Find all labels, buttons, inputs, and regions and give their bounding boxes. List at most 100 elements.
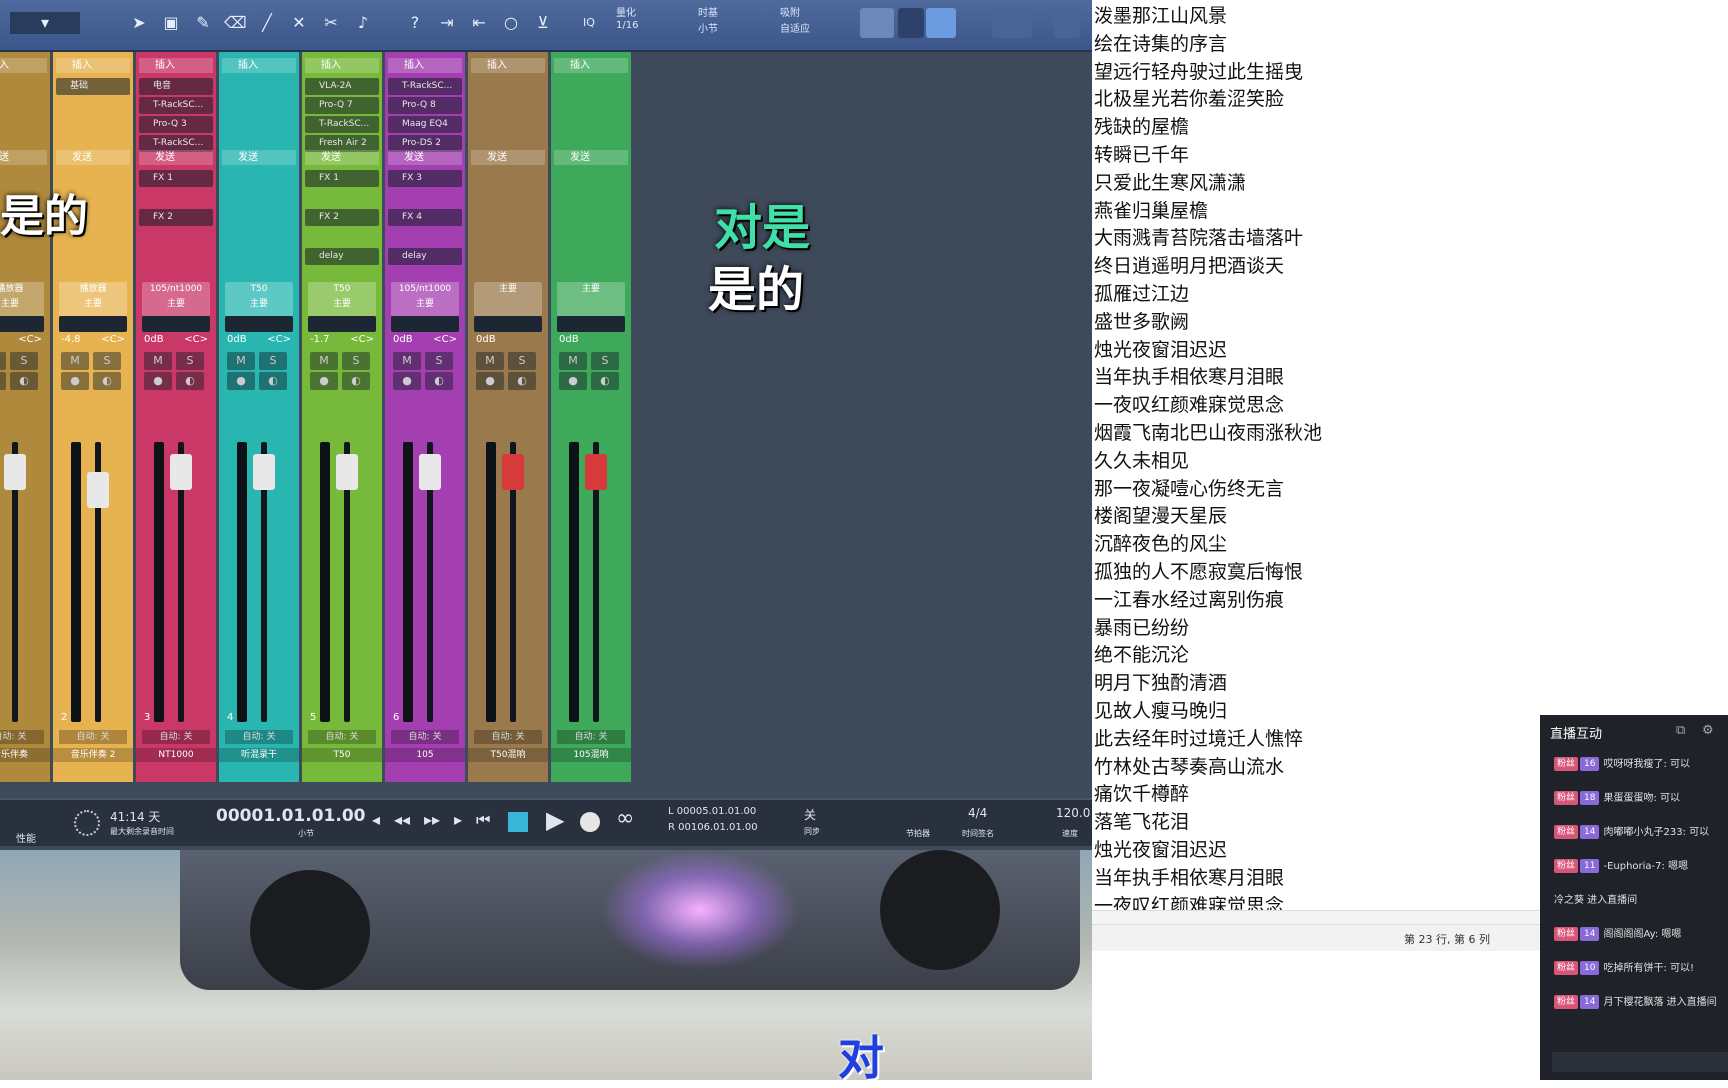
position-display[interactable]: 00001.01.01.00 bbox=[216, 806, 366, 826]
help-icon[interactable]: ? bbox=[404, 12, 426, 34]
insert-header[interactable]: 插入 bbox=[139, 58, 213, 73]
send-slot[interactable]: FX 2 bbox=[305, 209, 379, 226]
menu-button[interactable]: ▾ bbox=[10, 12, 80, 34]
channel-name[interactable]: 105 bbox=[385, 748, 465, 762]
pan-value[interactable]: <C> bbox=[267, 334, 291, 345]
record-arm-button[interactable]: ● bbox=[559, 372, 587, 390]
insert-header[interactable]: 插入 bbox=[222, 58, 296, 73]
send-slot[interactable]: FX 4 bbox=[388, 209, 462, 226]
send-slot[interactable]: delay bbox=[305, 248, 379, 265]
insert-slot[interactable]: 基础 bbox=[56, 78, 130, 95]
snap-select[interactable]: 吸附 自适应 bbox=[780, 4, 810, 35]
send-header[interactable]: 发送 bbox=[471, 150, 545, 165]
insert-header[interactable]: 插入 bbox=[471, 58, 545, 73]
io-selector[interactable]: 主要 bbox=[474, 282, 542, 316]
channel-name[interactable]: 音乐伴奏 2 bbox=[53, 748, 133, 762]
send-slot[interactable]: FX 1 bbox=[305, 170, 379, 187]
monitor-button[interactable]: ◐ bbox=[93, 372, 121, 390]
loop-button[interactable]: ∞ bbox=[616, 806, 634, 831]
volume-fader-cap[interactable] bbox=[419, 454, 441, 490]
layout-button[interactable] bbox=[992, 8, 1032, 38]
send-header[interactable]: 发送 bbox=[388, 150, 462, 165]
popout-icon[interactable]: ⧉ bbox=[1676, 723, 1685, 738]
solo-button[interactable]: S bbox=[10, 352, 38, 370]
eraser-tool-icon[interactable]: ⌫ bbox=[224, 12, 247, 34]
nudge-back-icon[interactable]: ⇤ bbox=[468, 12, 490, 34]
paint-tool-icon[interactable]: ╱ bbox=[256, 12, 278, 34]
volume-db[interactable]: 0dB bbox=[393, 334, 413, 345]
time-signature[interactable]: 4/4 bbox=[968, 806, 987, 820]
insert-slot[interactable]: T-RackSC... bbox=[388, 78, 462, 95]
record-arm-button[interactable]: ● bbox=[476, 372, 504, 390]
quantize-select[interactable]: 量化 1/16 bbox=[616, 4, 638, 31]
record-arm-button[interactable]: ● bbox=[227, 372, 255, 390]
rewind-start-icon[interactable]: ◂ bbox=[372, 810, 380, 829]
tempo-value[interactable]: 120.0 bbox=[1056, 806, 1090, 820]
solo-button[interactable]: S bbox=[508, 352, 536, 370]
insert-slot[interactable]: T-RackSC... bbox=[305, 116, 379, 133]
go-to-start-icon[interactable]: ⏮ bbox=[476, 810, 490, 830]
send-header[interactable]: 发送 bbox=[554, 150, 628, 165]
io-selector[interactable]: T50 主要 bbox=[308, 282, 376, 316]
io-selector[interactable]: 播放器 主要 bbox=[59, 282, 127, 316]
settings-icon[interactable]: ⚙ bbox=[1702, 723, 1714, 738]
pan-bar[interactable] bbox=[391, 316, 459, 332]
solo-button[interactable]: S bbox=[425, 352, 453, 370]
insert-header[interactable]: 插入 bbox=[554, 58, 628, 73]
monitor-button[interactable]: ◐ bbox=[425, 372, 453, 390]
insert-slot[interactable]: Pro-Q 8 bbox=[388, 97, 462, 114]
mute-button[interactable]: M bbox=[559, 352, 587, 370]
monitor-button[interactable]: ◐ bbox=[10, 372, 38, 390]
monitor-button[interactable]: ◐ bbox=[259, 372, 287, 390]
pencil-tool-icon[interactable]: ✎ bbox=[192, 12, 214, 34]
pan-bar[interactable] bbox=[225, 316, 293, 332]
split-tool-icon[interactable]: ✂ bbox=[320, 12, 342, 34]
mute-button[interactable]: M bbox=[393, 352, 421, 370]
horizontal-scrollbar[interactable] bbox=[1092, 910, 1542, 925]
send-header[interactable]: 发送 bbox=[222, 150, 296, 165]
io-selector[interactable]: T50 主要 bbox=[225, 282, 293, 316]
volume-fader-cap[interactable] bbox=[87, 472, 109, 508]
listen-tool-icon[interactable]: ♪ bbox=[352, 12, 374, 34]
insert-header[interactable]: 插入 bbox=[305, 58, 379, 73]
channel-name[interactable]: NT1000 bbox=[136, 748, 216, 762]
record-button[interactable] bbox=[580, 812, 600, 832]
send-header[interactable]: 发送 bbox=[0, 150, 47, 165]
pan-value[interactable]: <C> bbox=[433, 334, 457, 345]
volume-fader-cap[interactable] bbox=[253, 454, 275, 490]
pan-bar[interactable] bbox=[557, 316, 625, 332]
pan-bar[interactable] bbox=[474, 316, 542, 332]
solo-button[interactable]: S bbox=[591, 352, 619, 370]
automation-mode[interactable]: 自动: 关 bbox=[474, 730, 542, 744]
monitor-button[interactable]: ◐ bbox=[508, 372, 536, 390]
volume-db[interactable]: 0dB bbox=[144, 334, 164, 345]
automation-mode[interactable]: 自动: 关 bbox=[59, 730, 127, 744]
insert-slot[interactable]: Pro-Q 3 bbox=[139, 116, 213, 133]
send-header[interactable]: 发送 bbox=[305, 150, 379, 165]
volume-db[interactable]: -1.7 bbox=[310, 334, 330, 345]
record-arm-button[interactable]: ● bbox=[144, 372, 172, 390]
pan-value[interactable]: <C> bbox=[350, 334, 374, 345]
pan-value[interactable]: <C> bbox=[101, 334, 125, 345]
insert-slot[interactable]: VLA-2A bbox=[305, 78, 379, 95]
iq-button[interactable]: IQ bbox=[578, 12, 600, 34]
volume-fader-cap[interactable] bbox=[170, 454, 192, 490]
zoom-icon[interactable]: ○ bbox=[500, 12, 522, 34]
send-slot[interactable]: FX 2 bbox=[139, 209, 213, 226]
automation-mode[interactable]: 自动: 关 bbox=[225, 730, 293, 744]
insert-slot[interactable]: Maag EQ4 bbox=[388, 116, 462, 133]
insert-slot[interactable]: 电音 bbox=[139, 78, 213, 95]
nudge-icon[interactable]: ⇥ bbox=[436, 12, 458, 34]
channel-name[interactable]: T50 bbox=[302, 748, 382, 762]
loop-right-position[interactable]: R 00106.01.01.00 bbox=[668, 822, 758, 833]
mute-button[interactable]: M bbox=[0, 352, 6, 370]
send-header[interactable]: 发送 bbox=[139, 150, 213, 165]
solo-button[interactable]: S bbox=[259, 352, 287, 370]
volume-db[interactable]: -4.8 bbox=[61, 334, 81, 345]
mute-button[interactable]: M bbox=[476, 352, 504, 370]
insert-header[interactable]: 插入 bbox=[0, 58, 47, 73]
channel-name[interactable]: 105混响 bbox=[551, 748, 631, 762]
automation-mode[interactable]: 自动: 关 bbox=[0, 730, 44, 744]
pan-value[interactable]: <C> bbox=[18, 334, 42, 345]
insert-header[interactable]: 插入 bbox=[56, 58, 130, 73]
